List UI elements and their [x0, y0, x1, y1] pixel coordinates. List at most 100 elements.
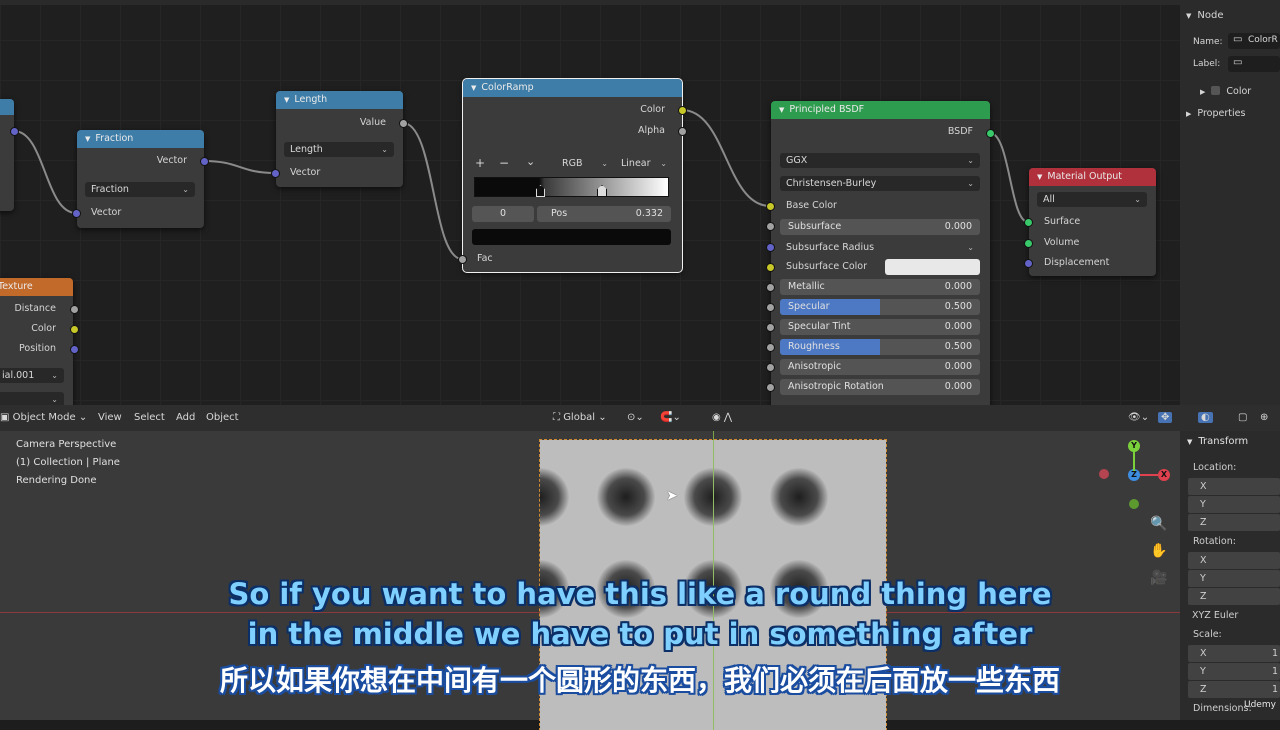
bsdf-output-socket[interactable]	[986, 129, 995, 138]
properties-subpanel[interactable]: ▶ Properties	[1186, 108, 1245, 119]
add-stop-button[interactable]: +	[475, 156, 485, 170]
distribution-dropdown[interactable]: GGX ⌄	[780, 153, 980, 168]
specular-socket[interactable]	[766, 303, 775, 312]
colorramp-fac-socket[interactable]	[458, 255, 467, 264]
anisotropic-socket[interactable]	[766, 363, 775, 372]
anisotropic-rotation-field[interactable]: Anisotropic Rotation 0.000	[780, 379, 980, 395]
subsurface-radius-dropdown[interactable]: Subsurface Radius ⌄	[780, 240, 980, 255]
transform-section-header[interactable]: ▼ Transform	[1187, 436, 1248, 447]
texture-second-dropdown[interactable]: ⌄	[0, 392, 64, 405]
displacement-socket[interactable]	[1024, 259, 1033, 268]
location-x-field[interactable]: X	[1188, 478, 1280, 495]
snap-icon[interactable]: 🧲⌄	[660, 412, 681, 423]
menu-add[interactable]: Add	[176, 412, 195, 423]
specular-tint-field[interactable]: Specular Tint 0.000	[780, 319, 980, 335]
subsurface-socket[interactable]	[766, 222, 775, 231]
length-mode-dropdown[interactable]: Length ⌄	[284, 142, 394, 157]
shading-wire-icon[interactable]: ⊕	[1260, 412, 1268, 423]
gizmo-neg-x-axis[interactable]	[1099, 469, 1109, 479]
roughness-socket[interactable]	[766, 343, 775, 352]
specular-tint-socket[interactable]	[766, 323, 775, 332]
fraction-mode-dropdown[interactable]: Fraction ⌄	[85, 182, 195, 197]
fraction-node-header[interactable]: ▼ Fraction	[77, 130, 204, 148]
colorramp-color-socket[interactable]	[678, 106, 687, 115]
remove-stop-button[interactable]: −	[499, 156, 509, 170]
length-node[interactable]: ▼ Length Value Length ⌄ Vector	[276, 91, 403, 187]
fraction-input-socket[interactable]	[72, 209, 81, 218]
texture-position-socket[interactable]	[70, 345, 79, 354]
zoom-icon[interactable]: 🔍	[1150, 515, 1168, 533]
visibility-icon[interactable]: 👁⌄	[1128, 412, 1149, 423]
fraction-output-socket[interactable]	[200, 157, 209, 166]
menu-select[interactable]: Select	[134, 412, 165, 423]
gizmo-toggle-icon[interactable]: ✥	[1158, 412, 1173, 423]
surface-socket[interactable]	[1024, 218, 1033, 227]
viewport-header[interactable]: ▣ Object Mode ⌄ View Select Add Object ⛶…	[0, 405, 1280, 431]
color-checkbox[interactable]	[1211, 86, 1221, 95]
ramp-menu-button[interactable]: ⌄	[526, 155, 535, 168]
stop-color-swatch[interactable]	[472, 229, 671, 245]
collapse-arrow-icon[interactable]: ▼	[471, 84, 476, 92]
roughness-field[interactable]: Roughness 0.500	[780, 339, 980, 355]
object-mode-dropdown[interactable]: ▣ Object Mode ⌄	[0, 412, 87, 423]
partial-node-output-socket[interactable]	[10, 127, 19, 136]
texture-distance-socket[interactable]	[70, 305, 79, 314]
texture-color-socket[interactable]	[70, 325, 79, 334]
specular-field[interactable]: Specular 0.500	[780, 299, 980, 315]
length-node-header[interactable]: ▼ Length	[276, 91, 403, 109]
xray-icon[interactable]: ▢	[1238, 412, 1247, 423]
subsurface-color-swatch[interactable]	[885, 259, 980, 275]
anisotropic-rotation-socket[interactable]	[766, 383, 775, 392]
proportional-edit-icon[interactable]: ◉ ⋀	[712, 412, 732, 423]
anisotropic-field[interactable]: Anisotropic 0.000	[780, 359, 980, 375]
gizmo-neg-y-axis[interactable]	[1129, 499, 1139, 509]
material-output-node[interactable]: ▼ Material Output All ⌄ Surface Volume Dis…	[1029, 168, 1156, 276]
subsurface-field[interactable]: Subsurface 0.000	[780, 219, 980, 235]
label-field[interactable]: ▭	[1228, 56, 1280, 72]
pan-hand-icon[interactable]: ✋	[1150, 542, 1168, 560]
metallic-socket[interactable]	[766, 283, 775, 292]
texture-node[interactable]: Texture Distance Color Position ial.001 ⌄…	[0, 278, 73, 405]
stop-pos-field[interactable]: Pos 0.332	[537, 206, 671, 222]
length-output-socket[interactable]	[399, 119, 408, 128]
menu-object[interactable]: Object	[206, 412, 239, 423]
partial-node-left[interactable]	[0, 99, 14, 211]
subsurface-method-dropdown[interactable]: Christensen-Burley ⌄	[780, 176, 980, 191]
subsurface-color-socket[interactable]	[766, 263, 775, 272]
color-mode-dropdown[interactable]: RGB ⌄	[556, 156, 614, 171]
rotation-x-field[interactable]: X	[1188, 552, 1280, 569]
color-ramp-gradient[interactable]	[474, 177, 669, 197]
name-field[interactable]: ▭ ColorR	[1228, 33, 1280, 49]
gizmo-x-axis[interactable]: X	[1158, 469, 1170, 481]
volume-socket[interactable]	[1024, 239, 1033, 248]
transform-orientation-dropdown[interactable]: ⛶ Global ⌄	[553, 412, 607, 423]
colorramp-node[interactable]: ▼ ColorRamp Color Alpha + − ⌄ RGB ⌄ Linear…	[462, 78, 683, 273]
menu-view[interactable]: View	[98, 412, 122, 423]
node-properties-sidebar[interactable]: ▼ Node Name: ▭ ColorR Label: ▭ ▶ Color ▶ Pr…	[1180, 0, 1280, 405]
base-color-socket[interactable]	[766, 202, 775, 211]
location-z-field[interactable]: Z	[1188, 514, 1280, 531]
location-y-field[interactable]: Y	[1188, 496, 1280, 513]
principled-bsdf-node[interactable]: ▼ Principled BSDF BSDF GGX ⌄ Christensen-B…	[771, 101, 990, 405]
colorramp-alpha-socket[interactable]	[678, 127, 687, 136]
length-input-socket[interactable]	[271, 169, 280, 178]
principled-bsdf-header[interactable]: ▼ Principled BSDF	[771, 101, 990, 119]
collapse-arrow-icon[interactable]: ▼	[779, 106, 784, 114]
material-output-header[interactable]: ▼ Material Output	[1029, 168, 1156, 186]
colorramp-node-header[interactable]: ▼ ColorRamp	[463, 79, 682, 97]
interpolation-dropdown[interactable]: Linear ⌄	[615, 156, 673, 171]
pivot-icon[interactable]: ⊙⌄	[627, 412, 644, 423]
collapse-arrow-icon[interactable]: ▼	[1037, 173, 1042, 181]
stop-index-field[interactable]: 0	[472, 206, 534, 222]
subsurface-radius-socket[interactable]	[766, 243, 775, 252]
texture-selector-dropdown[interactable]: ial.001 ⌄	[0, 368, 64, 383]
color-subpanel[interactable]: ▶ Color	[1200, 86, 1251, 97]
output-target-dropdown[interactable]: All ⌄	[1037, 192, 1147, 207]
overlay-toggle-icon[interactable]: ◐	[1198, 412, 1213, 423]
texture-node-header[interactable]: Texture	[0, 278, 73, 296]
collapse-arrow-icon[interactable]: ▼	[85, 135, 90, 143]
metallic-field[interactable]: Metallic 0.000	[780, 279, 980, 295]
node-editor[interactable]: ▼ Fraction Vector Fraction ⌄ Vector ▼ Lengt…	[0, 0, 1180, 405]
collapse-arrow-icon[interactable]: ▼	[284, 96, 289, 104]
fraction-node[interactable]: ▼ Fraction Vector Fraction ⌄ Vector	[77, 130, 204, 228]
